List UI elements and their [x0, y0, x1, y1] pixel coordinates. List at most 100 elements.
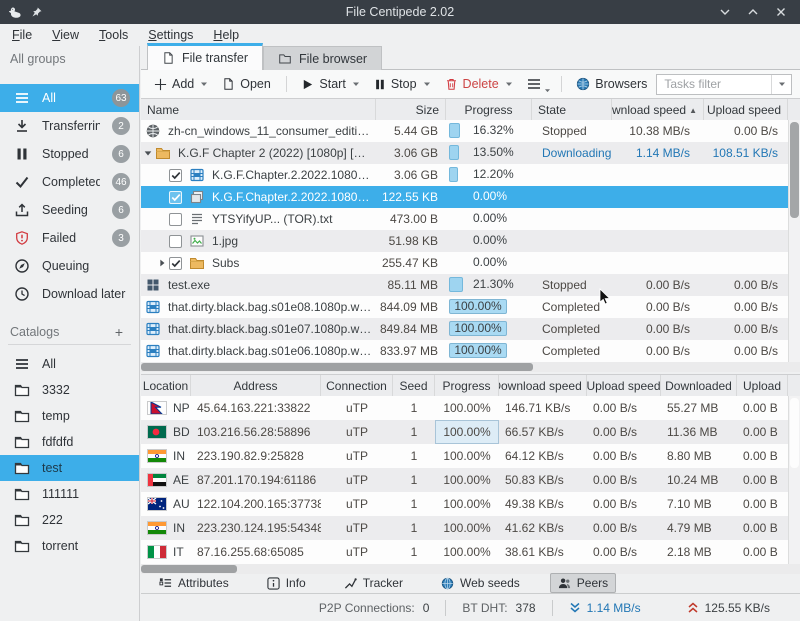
row-checkbox[interactable]	[169, 191, 182, 204]
country-code: NP	[173, 401, 190, 415]
folder-outline-icon	[14, 434, 30, 450]
close-button[interactable]	[774, 5, 788, 19]
sidebar-item-failed[interactable]: Failed3	[0, 224, 139, 252]
task-vertical-scrollbar[interactable]	[788, 120, 800, 362]
peer-row[interactable]: IN223.190.82.9:25828uTP1100.00%64.12 KB/…	[141, 444, 788, 468]
peer-row[interactable]: IN223.230.124.195:54348uTP1100.00%41.62 …	[141, 516, 788, 540]
task-horizontal-scrollbar[interactable]	[141, 362, 800, 372]
peers-vertical-scrollbar[interactable]	[788, 396, 800, 564]
column-header-progress[interactable]: Progress	[435, 375, 499, 397]
peer-download-speed: 38.61 KB/s	[499, 545, 587, 559]
detail-tab-web-seeds[interactable]: Web seeds	[433, 573, 528, 593]
task-name: that.dirty.black.bag.s01e06.1080p.web.h2…	[168, 344, 376, 358]
peer-row[interactable]: AE87.201.170.194:61186uTP1100.00%50.83 K…	[141, 468, 788, 492]
delete-button[interactable]: Delete	[440, 74, 518, 94]
column-header-address[interactable]: Address	[191, 375, 321, 397]
scrollbar-thumb[interactable]	[141, 363, 533, 371]
task-progress-cell: 100.00%	[446, 340, 532, 362]
peer-row[interactable]: NP45.64.163.221:33822uTP1100.00%146.71 K…	[141, 396, 788, 420]
row-checkbox[interactable]	[169, 169, 182, 182]
add-button[interactable]: Add	[149, 74, 213, 94]
detail-tab-tracker[interactable]: Tracker	[336, 573, 411, 593]
column-header-downloaded[interactable]: Downloaded	[661, 375, 737, 397]
sidebar-item-all[interactable]: All63	[0, 84, 139, 112]
catalog-item-fdfdfd[interactable]: fdfdfd	[0, 429, 139, 455]
column-header-size[interactable]: Size	[376, 99, 446, 121]
catalog-item-torrent[interactable]: torrent	[0, 533, 139, 559]
delete-label: Delete	[463, 77, 499, 91]
sidebar-item-download-later[interactable]: Download later	[0, 280, 139, 308]
task-row[interactable]: test.exe85.11 MB21.30%Stopped0.00 B/s0.0…	[141, 274, 788, 296]
task-row[interactable]: 1.jpg51.98 KB0.00%	[141, 230, 788, 252]
sidebar-item-label: Stopped	[42, 147, 100, 161]
row-checkbox[interactable]	[169, 213, 182, 226]
browsers-button[interactable]: Browsers	[571, 74, 652, 94]
pause-icon	[374, 78, 386, 91]
scrollbar-thumb[interactable]	[790, 122, 799, 218]
menu-help[interactable]: Help	[213, 28, 239, 42]
sidebar-item-transferring[interactable]: Transferring2	[0, 112, 139, 140]
task-row[interactable]: that.dirty.black.bag.s01e08.1080p.web.h2…	[141, 296, 788, 318]
column-header-location[interactable]: Location	[141, 375, 191, 397]
menu-file[interactable]: File	[12, 28, 32, 42]
column-header-download-speed[interactable]: Download speed▲	[612, 99, 704, 121]
expand-icon[interactable]	[155, 256, 169, 270]
menu-settings[interactable]: Settings	[148, 28, 193, 42]
task-row[interactable]: that.dirty.black.bag.s01e06.1080p.web.h2…	[141, 340, 788, 362]
filter-dropdown-button[interactable]	[771, 75, 791, 94]
column-header-progress[interactable]: Progress	[446, 99, 532, 121]
scrollbar-thumb[interactable]	[141, 565, 237, 573]
detail-tab-attributes[interactable]: Attributes	[151, 573, 237, 593]
sidebar-item-queuing[interactable]: Queuing	[0, 252, 139, 280]
sidebar-item-stopped[interactable]: Stopped6	[0, 140, 139, 168]
start-button[interactable]: Start	[296, 74, 364, 94]
detail-tab-peers[interactable]: Peers	[550, 573, 616, 593]
peer-row[interactable]: IT87.16.255.68:65085uTP1100.00%38.61 KB/…	[141, 540, 788, 564]
peer-row[interactable]: BD103.216.56.28:58896uTP1100.00%66.57 KB…	[141, 420, 788, 444]
column-header-state[interactable]: State	[532, 99, 612, 121]
flag-it	[147, 545, 167, 559]
collapse-icon[interactable]	[141, 146, 155, 160]
column-header-name[interactable]: Name	[141, 99, 376, 121]
open-button[interactable]: Open	[217, 74, 276, 94]
menu-tools[interactable]: Tools	[99, 28, 128, 42]
catalog-item-111111[interactable]: 111111	[0, 481, 139, 507]
task-row[interactable]: K.G.F Chapter 2 (2022) [1080p] [WEBRip] …	[141, 142, 788, 164]
task-row[interactable]: K.G.F.Chapter.2.2022.1080p.WEBRip.x⋯122.…	[141, 186, 788, 208]
column-header-upload[interactable]: Upload	[737, 375, 788, 397]
folder-outline-icon	[14, 486, 30, 502]
task-row[interactable]: YTSYifyUP... (TOR).txt473.00 B0.00%	[141, 208, 788, 230]
row-checkbox[interactable]	[169, 235, 182, 248]
task-row[interactable]: zh-cn_windows_11_consumer_editions_upd⋯5…	[141, 120, 788, 142]
tasks-filter-combobox[interactable]: Tasks filter	[656, 74, 792, 95]
sidebar: All groups All63Transferring2Stopped6Com…	[0, 46, 140, 621]
task-row[interactable]: that.dirty.black.bag.s01e07.1080p.web.h2…	[141, 318, 788, 340]
catalog-item-test[interactable]: test	[0, 455, 139, 481]
task-row[interactable]: Subs255.47 KB0.00%	[141, 252, 788, 274]
column-header-upload-speed[interactable]: Upload speed	[704, 99, 788, 121]
scrollbar-thumb[interactable]	[790, 398, 799, 468]
tab-file-browser[interactable]: File browser	[263, 46, 382, 70]
maximize-button[interactable]	[746, 5, 760, 19]
detail-tab-info[interactable]: Info	[259, 573, 314, 593]
task-name-cell: Subs	[141, 252, 376, 274]
column-header-download-speed[interactable]: Download speed▲	[499, 375, 587, 397]
tab-file-transfer[interactable]: File transfer	[147, 43, 263, 70]
stop-button[interactable]: Stop	[369, 74, 436, 94]
peer-row[interactable]: AU122.104.200.165:37738uTP1100.00%49.38 …	[141, 492, 788, 516]
add-catalog-button[interactable]: +	[115, 324, 127, 340]
menu-view[interactable]: View	[52, 28, 79, 42]
column-header-upload-speed[interactable]: Upload speed	[587, 375, 661, 397]
catalog-item-all[interactable]: All	[0, 351, 139, 377]
sidebar-item-completed[interactable]: Completed46	[0, 168, 139, 196]
minimize-button[interactable]	[718, 5, 732, 19]
catalog-item-temp[interactable]: temp	[0, 403, 139, 429]
column-header-connection[interactable]: Connection	[321, 375, 393, 397]
row-checkbox[interactable]	[169, 257, 182, 270]
catalog-item-222[interactable]: 222	[0, 507, 139, 533]
column-header-seed[interactable]: Seed	[393, 375, 435, 397]
sidebar-item-seeding[interactable]: Seeding6	[0, 196, 139, 224]
catalog-item-3332[interactable]: 3332	[0, 377, 139, 403]
more-menu-button[interactable]	[522, 75, 551, 93]
task-row[interactable]: K.G.F.Chapter.2.2022.1080p.WEBRip.x⋯3.06…	[141, 164, 788, 186]
